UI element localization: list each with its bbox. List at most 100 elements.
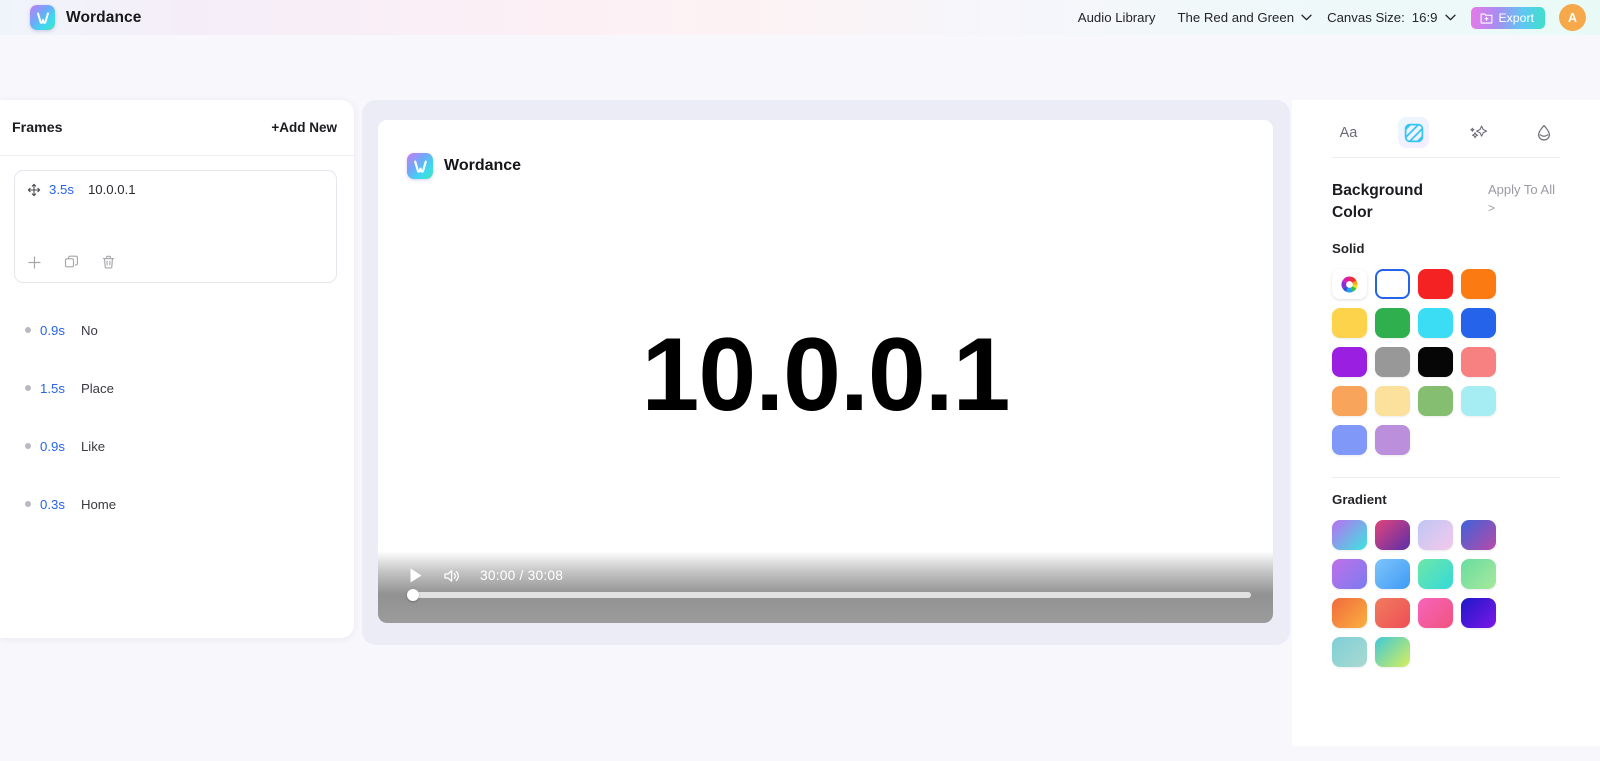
swatch-gray[interactable] (1375, 347, 1410, 377)
frame-card-selected[interactable]: 3.5s 10.0.0.1 (14, 170, 337, 283)
swatch-lilac[interactable] (1375, 425, 1410, 455)
gradient-lavender-pink[interactable] (1418, 520, 1453, 550)
swatch-green[interactable] (1375, 308, 1410, 338)
seek-bar[interactable] (407, 589, 1251, 601)
text-icon: Aa (1339, 124, 1358, 141)
avatar[interactable]: A (1559, 4, 1586, 31)
header-actions: Audio Library The Red and Green Canvas S… (1078, 4, 1586, 31)
list-item[interactable]: 0.3s Home (14, 475, 337, 533)
swatch-orange[interactable] (1461, 269, 1496, 299)
gradient-deep-blue-violet[interactable] (1461, 598, 1496, 628)
canvas-size-value[interactable]: 16:9 (1412, 10, 1438, 25)
gradient-aqua-soft[interactable] (1332, 637, 1367, 667)
export-folder-icon (1480, 11, 1493, 24)
w-logo-icon (407, 153, 433, 179)
gradient-blue-magenta[interactable] (1461, 520, 1496, 550)
apply-to-all-label: Apply To All (1488, 182, 1555, 197)
swatch-pale-cyan[interactable] (1461, 386, 1496, 416)
color-wheel-picker[interactable] (1332, 269, 1367, 299)
trash-icon[interactable] (100, 254, 117, 271)
frame-text: No (80, 322, 98, 338)
video-canvas[interactable]: Wordance 10.0.0.1 30:00 / 30:08 (378, 120, 1273, 623)
duplicate-icon[interactable] (63, 254, 80, 271)
export-label: Export (1498, 10, 1534, 25)
audio-library-button[interactable]: Audio Library (1078, 10, 1156, 25)
gradient-pink-indigo[interactable] (1375, 520, 1410, 550)
export-button[interactable]: Export (1471, 6, 1545, 29)
swatch-red[interactable] (1418, 269, 1453, 299)
frame-duration: 3.5s (49, 182, 74, 197)
tab-effects[interactable] (1463, 117, 1494, 148)
swatch-yellow[interactable] (1332, 308, 1367, 338)
gradient-section-label: Gradient (1332, 492, 1387, 507)
swatch-white[interactable] (1375, 269, 1410, 299)
swatch-black[interactable] (1418, 347, 1453, 377)
gradient-purple-teal[interactable] (1332, 520, 1367, 550)
canvas-watermark: Wordance (407, 153, 521, 179)
swatch-cyan[interactable] (1418, 308, 1453, 338)
frame-bullet-icon (25, 327, 31, 333)
swatch-blue[interactable] (1461, 308, 1496, 338)
list-item[interactable]: 0.9s Like (14, 417, 337, 475)
swatch-salmon[interactable] (1461, 347, 1496, 377)
app-header: Wordance Audio Library The Red and Green… (0, 0, 1600, 35)
app-brand: Wordance (30, 5, 141, 30)
player-time: 30:00 / 30:08 (480, 568, 564, 583)
apply-to-all-button[interactable]: Apply To All > (1488, 180, 1574, 224)
canvas-container: Wordance 10.0.0.1 30:00 / 30:08 (362, 100, 1290, 645)
tab-text[interactable]: Aa (1333, 117, 1364, 148)
sparkle-icon (1469, 123, 1489, 143)
list-item[interactable]: 1.5s Place (14, 359, 337, 417)
gradient-red-amber[interactable] (1332, 598, 1367, 628)
swatch-periwinkle[interactable] (1332, 425, 1367, 455)
frame-bullet-icon (25, 501, 31, 507)
frame-card-header: 3.5s 10.0.0.1 (27, 182, 324, 197)
gradient-swatch-grid (1292, 507, 1600, 667)
gradient-green-teal[interactable] (1418, 559, 1453, 589)
swatch-purple[interactable] (1332, 347, 1367, 377)
gradient-sky-blue[interactable] (1375, 559, 1410, 589)
frame-text: Place (80, 380, 114, 396)
frames-header: Frames +Add New (0, 100, 354, 156)
canvas-main-text: 10.0.0.1 (641, 317, 1011, 433)
background-color-header: Background Color Apply To All > (1292, 158, 1600, 224)
tab-color[interactable] (1528, 117, 1559, 148)
list-item[interactable]: 0.9s No (14, 301, 337, 359)
plus-icon[interactable] (26, 254, 43, 271)
frame-duration: 0.9s (40, 438, 65, 454)
add-new-frame-button[interactable]: +Add New (271, 120, 337, 135)
play-icon[interactable] (408, 567, 424, 584)
move-handle-icon[interactable] (27, 183, 41, 197)
chevron-down-icon[interactable] (1301, 14, 1312, 21)
color-wheel-icon (1341, 276, 1358, 292)
frame-text: 10.0.0.1 (87, 182, 136, 197)
player-buttons: 30:00 / 30:08 (408, 567, 563, 584)
frame-text: Home (80, 496, 117, 512)
properties-panel: Aa Background Color Apply To All > Solid… (1292, 100, 1600, 746)
frame-duration: 0.3s (40, 496, 65, 512)
swatch-sage[interactable] (1418, 386, 1453, 416)
swatch-light-orange[interactable] (1332, 386, 1367, 416)
background-stripes-icon (1404, 123, 1424, 143)
frame-duration: 0.9s (40, 322, 65, 338)
gradient-mint-lime[interactable] (1461, 559, 1496, 589)
canvas-brand-label: Wordance (444, 157, 522, 174)
gradient-pink-rose[interactable] (1418, 598, 1453, 628)
canvas-size-label: Canvas Size: (1327, 10, 1405, 25)
gradient-cyan-lime[interactable] (1375, 637, 1410, 667)
swatch-cream[interactable] (1375, 386, 1410, 416)
w-logo-icon (30, 5, 55, 30)
seek-handle[interactable] (407, 589, 419, 601)
app-title: Wordance (66, 8, 142, 26)
chevron-down-icon[interactable] (1445, 14, 1457, 21)
droplet-icon (1534, 123, 1554, 143)
volume-icon[interactable] (443, 568, 460, 584)
tab-background[interactable] (1398, 117, 1429, 148)
project-name[interactable]: The Red and Green (1178, 10, 1295, 25)
solid-section-label: Solid (1332, 241, 1365, 256)
frame-bullet-icon (25, 385, 31, 391)
gradient-violet-blue[interactable] (1332, 559, 1367, 589)
frames-list: 3.5s 10.0.0.1 0.9s No 1.5s Place 0.9s Li… (0, 156, 354, 533)
chevron-right-icon: > (1488, 201, 1496, 215)
gradient-coral-red[interactable] (1375, 598, 1410, 628)
